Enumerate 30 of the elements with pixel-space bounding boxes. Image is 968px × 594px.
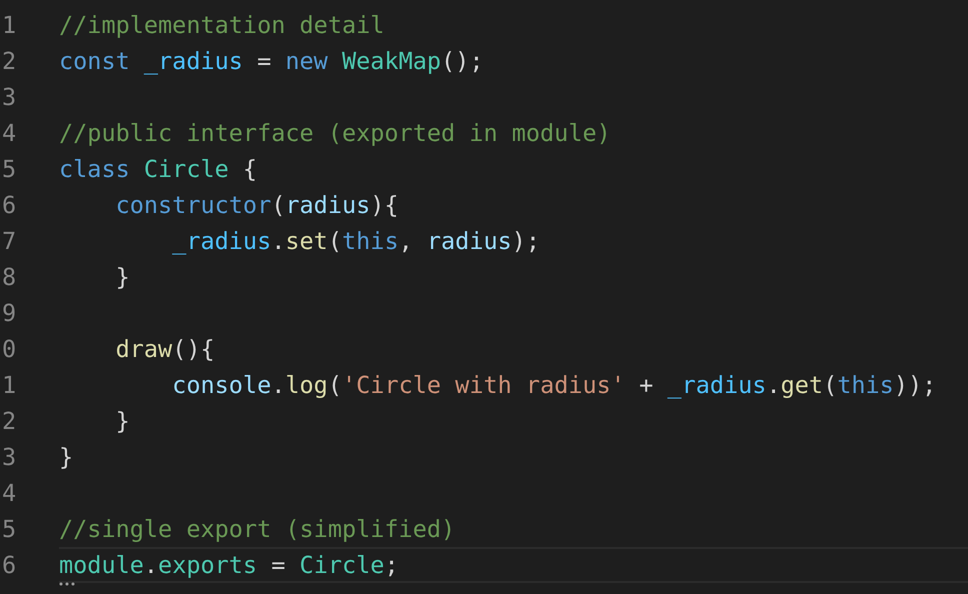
code-line: console.log('Circle with radius' + _radius.get(this));	[171, 370, 938, 401]
code-line: const _radius = new WeakMap();	[59, 46, 484, 77]
code-line: draw(){	[114, 334, 216, 365]
line-number: 3	[1, 83, 18, 111]
line-number: 3	[1, 443, 18, 471]
line-number: 2	[1, 47, 18, 75]
ellipsis-hint-icon	[59, 582, 75, 586]
line-number: 1	[1, 371, 18, 399]
line-number: 2	[1, 407, 18, 435]
code-line: //single export (simplified)	[59, 514, 456, 545]
line-number: 5	[1, 155, 18, 183]
current-code-line: module.exports = Circle;	[59, 547, 968, 583]
code-line: _radius.set(this, radius);	[171, 226, 542, 257]
code-line: class Circle {	[59, 154, 258, 185]
code-line: }	[114, 406, 131, 437]
code-line: //implementation detail	[59, 10, 386, 41]
line-number: 5	[1, 515, 18, 543]
line-number: 6	[1, 191, 18, 219]
line-number: 4	[1, 119, 18, 147]
line-number: 8	[1, 263, 18, 291]
line-number: 0	[1, 335, 18, 363]
line-number: 4	[1, 479, 18, 507]
line-number: 9	[1, 299, 18, 327]
code-line: }	[59, 442, 74, 473]
line-number: 1	[1, 11, 18, 39]
line-number: 7	[1, 227, 18, 255]
code-line: //public interface (exported in module)	[59, 118, 612, 149]
code-line: constructor(radius){	[114, 190, 400, 221]
code-line: }	[114, 262, 131, 293]
line-number: 6	[1, 551, 18, 579]
